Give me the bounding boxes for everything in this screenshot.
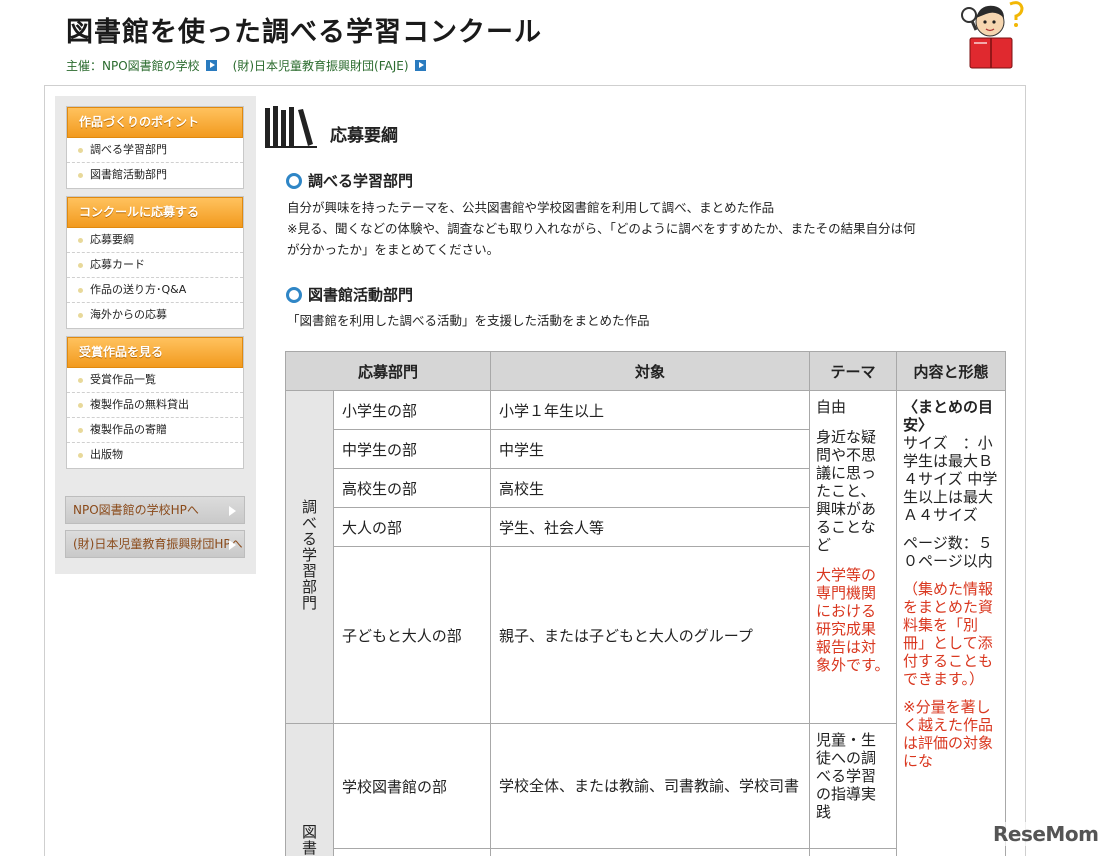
division-cell: 学校図書館の部: [332, 723, 492, 849]
table-header: 内容と形態: [896, 351, 1007, 391]
theme-free: 自由: [816, 398, 847, 416]
npo-homepage-label: NPO図書館の学校HPへ: [73, 503, 199, 517]
table-header-row: 応募部門 対象 テーマ 内容と形態: [284, 351, 1007, 391]
sidebar-heading-awards[interactable]: 受賞作品を見る: [67, 337, 243, 368]
dept-library-heading: 図書館活動部門: [286, 284, 413, 305]
page-title: 応募要綱: [330, 126, 398, 146]
division-cell: 高校生の部: [332, 468, 492, 508]
sidebar-heading-tips[interactable]: 作品づくりのポイント: [67, 107, 243, 138]
ring-bullet-icon: [286, 286, 302, 303]
entry-table: 応募部門 対象 テーマ 内容と形態 調べる学習部門 小学生の部 小学１年生以上 …: [284, 351, 1007, 856]
group-library-label: 図書: [300, 824, 318, 856]
arrow-right-icon: [229, 506, 236, 516]
arrow-right-icon: [229, 540, 236, 550]
theme-cell-library: 児童・生徒への調べる学習の指導実践: [809, 723, 898, 849]
sidebar-item-research[interactable]: 調べる学習部門: [67, 138, 243, 163]
table-header: 対象: [490, 351, 811, 391]
site-title: 図書館を使った調べる学習コンクール: [66, 17, 542, 48]
dept-library-desc: 「図書館を利用した調べる活動」を支援した活動をまとめた作品: [287, 313, 650, 328]
sidebar-item-library-activity[interactable]: 図書館活動部門: [67, 163, 243, 188]
link-arrow-icon[interactable]: [205, 60, 217, 71]
sidebar-section-awards: 受賞作品を見る 受賞作品一覧 複製作品の無料貸出 複製作品の寄贈 出版物: [66, 336, 244, 469]
sidebar-item-publications[interactable]: 出版物: [67, 443, 243, 468]
theme-cell: [809, 848, 898, 856]
group-research-label: 調べる学習部門: [300, 499, 318, 611]
group-library: 図書: [285, 723, 334, 856]
dept-research-desc: 自分が興味を持ったテーマを、公共図書館や学校図書館を利用して調べ、まとめた作品: [287, 200, 775, 215]
format-pages: ページ数：５０ページ以内: [903, 534, 993, 570]
target-cell: 親子、または子どもと大人のグループ: [490, 546, 811, 724]
target-cell: 中学生: [490, 429, 811, 469]
division-cell: 子どもと大人の部: [332, 546, 492, 724]
table-row: 調べる学習部門 小学生の部 小学１年生以上 自由 身近な疑問や不思議に思ったこと…: [285, 390, 1007, 856]
organizers: 主催：NPO図書館の学校 (財)日本児童教育振興財団(FAJE): [66, 57, 438, 74]
npo-homepage-link[interactable]: NPO図書館の学校HPへ: [65, 496, 245, 524]
division-cell: 小学生の部: [332, 390, 492, 430]
mascot-reading-icon: [961, 1, 1024, 69]
dept-research-note-2: が分かったか」をまとめてください。: [287, 242, 500, 257]
faje-homepage-label: (財)日本児童教育振興財団HPへ: [73, 537, 243, 551]
organizer-faje-link[interactable]: (財)日本児童教育振興財団(FAJE): [233, 57, 409, 74]
sidebar-item-free-loan[interactable]: 複製作品の無料貸出: [67, 393, 243, 418]
sidebar-item-entry-card[interactable]: 応募カード: [67, 253, 243, 278]
faje-homepage-link[interactable]: (財)日本児童教育振興財団HPへ: [65, 530, 245, 558]
sidebar-item-shipping-qa[interactable]: 作品の送り方･Q&A: [67, 278, 243, 303]
sidebar-item-overseas[interactable]: 海外からの応募: [67, 303, 243, 328]
sidebar-item-guidelines[interactable]: 応募要綱: [67, 228, 243, 253]
theme-note: 大学等の専門機関における研究成果報告は対象外です。: [816, 566, 890, 674]
sidebar-item-donation[interactable]: 複製作品の寄贈: [67, 418, 243, 443]
ring-bullet-icon: [286, 172, 302, 189]
format-title: 〈まとめの目安〉: [903, 398, 994, 434]
format-note-volume: ※分量を著しく越えた作品は評価の対象にな: [903, 698, 994, 770]
target-cell: 学生、社会人等: [490, 507, 811, 547]
books-icon: [265, 106, 317, 148]
table-header: 応募部門: [284, 351, 492, 391]
division-cell: [332, 848, 492, 856]
group-research: 調べる学習部門: [285, 390, 334, 724]
dept-research-note-1: ※見る、聞くなどの体験や、調査なども取り入れながら、「どのように調べをすすめたか…: [287, 221, 916, 236]
theme-cell: 自由 身近な疑問や不思議に思ったこと、興味があることなど 大学等の専門機関におけ…: [809, 390, 898, 724]
division-cell: 大人の部: [332, 507, 492, 547]
dept-research-title: 調べる学習部門: [308, 172, 414, 190]
target-cell: 高校生: [490, 468, 811, 508]
dept-library-title: 図書館活動部門: [308, 286, 414, 304]
sidebar-item-award-list[interactable]: 受賞作品一覧: [67, 368, 243, 393]
organizer-npo-link[interactable]: 主催：NPO図書館の学校: [66, 57, 200, 74]
target-cell: [490, 848, 811, 856]
target-cell: 小学１年生以上: [490, 390, 811, 430]
format-size: サイズ ：小学生は最大Ｂ４サイズ 中学生以上は最大Ａ４サイズ: [903, 434, 998, 524]
division-cell: 中学生の部: [332, 429, 492, 469]
sidebar-heading-apply[interactable]: コンクールに応募する: [67, 197, 243, 228]
theme-library: 児童・生徒への調べる学習の指導実践: [816, 731, 877, 821]
sidebar-section-tips: 作品づくりのポイント 調べる学習部門 図書館活動部門: [66, 106, 244, 189]
table-header: テーマ: [809, 351, 898, 391]
dept-research-heading: 調べる学習部門: [286, 170, 413, 191]
format-cell: 〈まとめの目安〉 サイズ ：小学生は最大Ｂ４サイズ 中学生以上は最大Ａ４サイズ …: [896, 390, 1007, 856]
link-arrow-icon[interactable]: [414, 60, 426, 71]
watermark-logo: ReseMom: [990, 822, 1102, 846]
sidebar: 作品づくりのポイント 調べる学習部門 図書館活動部門 コンクールに応募する 応募…: [55, 96, 256, 574]
sidebar-section-apply: コンクールに応募する 応募要綱 応募カード 作品の送り方･Q&A 海外からの応募: [66, 196, 244, 329]
format-note-appendix: （集めた情報をまとめた資料集を「別冊」として添付することもできます。）: [903, 580, 994, 688]
theme-desc: 身近な疑問や不思議に思ったこと、興味があることなど: [816, 428, 877, 554]
target-cell: 学校全体、または教諭、司書教諭、学校司書: [490, 723, 811, 849]
